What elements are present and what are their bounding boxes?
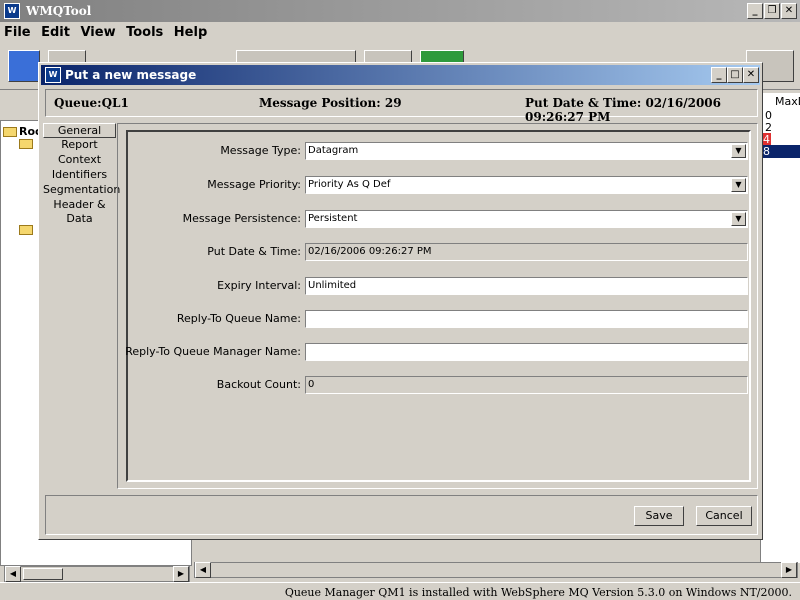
folder-icon	[19, 139, 33, 149]
tab-segmentation[interactable]: Segmentation	[43, 183, 120, 198]
main-close-icon[interactable]: ✕	[781, 3, 797, 19]
tab-general[interactable]: General	[43, 123, 116, 138]
backout-count-label: Backout Count:	[216, 378, 301, 391]
main-restore-icon[interactable]: ❐	[764, 3, 780, 19]
expiry-interval-field[interactable]: Unlimited	[305, 277, 748, 295]
reply-to-queue-field[interactable]	[305, 310, 748, 328]
cancel-button[interactable]: Cancel	[696, 506, 752, 526]
dialog-close-icon[interactable]: ✕	[743, 67, 759, 83]
scroll-right-icon[interactable]: ▶	[173, 566, 189, 582]
dialog-title: Put a new message	[65, 68, 197, 82]
chevron-down-icon[interactable]: ▼	[731, 144, 746, 158]
expiry-interval-label: Expiry Interval:	[217, 279, 301, 292]
tree-horizontal-scrollbar[interactable]: ◀ ▶	[4, 566, 190, 582]
scroll-right-icon[interactable]: ▶	[781, 562, 797, 578]
put-datetime-label: Put Date & Time: 02/16/2006 09:26:27 PM	[525, 96, 722, 124]
tab-report[interactable]: Report	[43, 138, 116, 153]
dialog-button-bar: Save Cancel	[45, 495, 758, 535]
status-bar: Queue Manager QM1 is installed with WebS…	[0, 582, 800, 600]
message-type-label: Message Type:	[220, 144, 301, 157]
message-type-value: Datagram	[308, 145, 359, 156]
message-priority-value: Priority As Q Def	[308, 179, 391, 190]
scroll-left-icon[interactable]: ◀	[195, 562, 211, 578]
save-button[interactable]: Save	[634, 506, 684, 526]
chevron-down-icon[interactable]: ▼	[731, 178, 746, 192]
scroll-thumb[interactable]	[23, 568, 63, 580]
menu-file[interactable]: File	[0, 22, 34, 40]
app-title: WMQTool	[26, 4, 92, 18]
message-info-bar: Queue:QL1 Message Position: 29 Put Date …	[45, 89, 758, 124]
message-persistence-label: Message Persistence:	[182, 212, 301, 225]
general-form-panel: Message Type: Datagram ▼ Message Priorit…	[117, 123, 758, 489]
message-type-select[interactable]: Datagram ▼	[305, 142, 748, 160]
main-title-bar[interactable]: W WMQTool _ ❐ ✕	[0, 0, 800, 22]
scroll-left-icon[interactable]: ◀	[5, 566, 21, 582]
list-header[interactable]: MaxD	[775, 95, 800, 108]
status-text: Queue Manager QM1 is installed with WebS…	[284, 586, 792, 599]
list-cell-selected[interactable]: 8	[763, 145, 800, 158]
dialog-title-bar[interactable]: W Put a new message _ □ ✕	[41, 65, 760, 85]
put-date-time-label: Put Date & Time:	[207, 245, 301, 258]
message-position-label: Message Position: 29	[259, 96, 402, 110]
reply-to-qmgr-label: Reply-To Queue Manager Name:	[125, 345, 301, 358]
tab-header-data[interactable]: Header & Data	[43, 198, 116, 225]
menu-edit[interactable]: Edit	[37, 22, 73, 40]
dialog-logo-icon: W	[45, 67, 61, 83]
put-message-dialog: W Put a new message _ □ ✕ Queue:QL1 Mess…	[38, 62, 763, 540]
toolbar-run-icon[interactable]	[8, 50, 40, 82]
menu-tools[interactable]: Tools	[122, 22, 166, 40]
menu-view[interactable]: View	[76, 22, 118, 40]
folder-icon	[19, 225, 33, 235]
chevron-down-icon[interactable]: ▼	[731, 212, 746, 226]
menu-bar: File Edit View Tools Help	[0, 22, 800, 44]
put-date-time-field: 02/16/2006 09:26:27 PM	[305, 243, 748, 261]
tab-identifiers[interactable]: Identifiers	[43, 168, 116, 183]
message-priority-label: Message Priority:	[207, 178, 301, 191]
reply-to-queue-label: Reply-To Queue Name:	[176, 312, 301, 325]
tab-context[interactable]: Context	[43, 153, 116, 168]
message-priority-select[interactable]: Priority As Q Def ▼	[305, 176, 748, 194]
list-pane[interactable]: MaxD 0 2 4 8	[760, 93, 800, 563]
app-logo-icon: W	[4, 3, 20, 19]
queue-label: Queue:QL1	[54, 96, 129, 110]
backout-count-field: 0	[305, 376, 748, 394]
message-persistence-value: Persistent	[308, 213, 358, 224]
main-minimize-icon[interactable]: _	[747, 3, 763, 19]
reply-to-qmgr-field[interactable]	[305, 343, 748, 361]
list-horizontal-scrollbar[interactable]: ◀ ▶	[194, 562, 798, 578]
message-persistence-select[interactable]: Persistent ▼	[305, 210, 748, 228]
general-form: Message Type: Datagram ▼ Message Priorit…	[125, 130, 751, 482]
menu-help[interactable]: Help	[170, 22, 210, 40]
dialog-maximize-icon[interactable]: □	[727, 67, 743, 83]
folder-icon	[3, 127, 17, 137]
dialog-minimize-icon[interactable]: _	[711, 67, 727, 83]
